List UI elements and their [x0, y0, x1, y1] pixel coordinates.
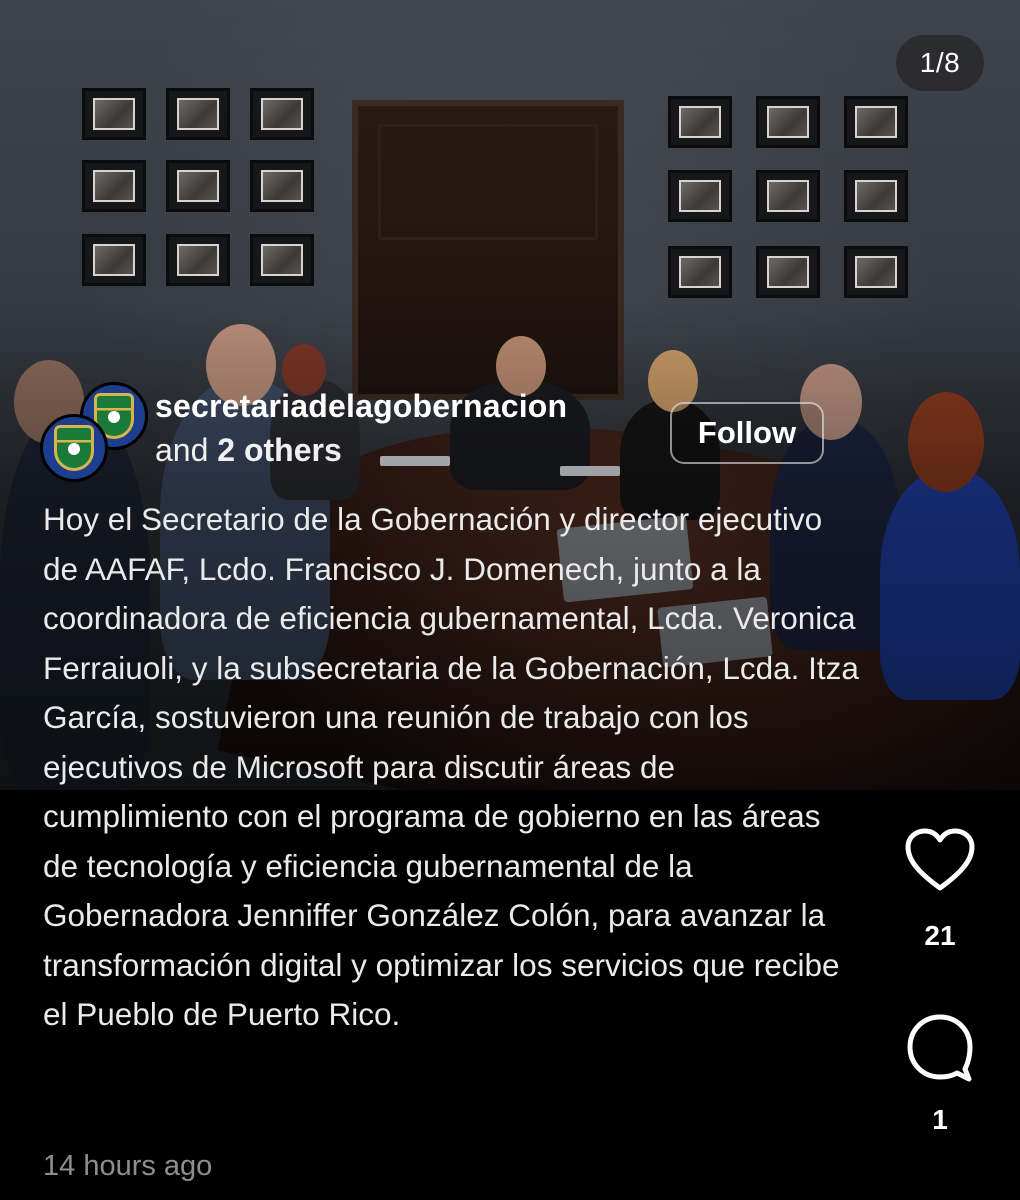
wall-picture	[166, 234, 230, 286]
coauthors-prefix: and	[155, 432, 218, 468]
heart-icon	[905, 828, 975, 891]
coauthors-count: 2 others	[217, 432, 342, 468]
like-count[interactable]: 21	[900, 920, 980, 952]
wall-picture	[166, 88, 230, 140]
follow-button[interactable]: Follow	[670, 402, 824, 464]
wall-picture	[844, 246, 908, 298]
carousel-position-badge: 1/8	[896, 35, 984, 91]
comment-count[interactable]: 1	[900, 1104, 980, 1136]
coauthors-link[interactable]: and 2 others	[155, 432, 342, 469]
comment-bubble-icon	[907, 1014, 973, 1082]
coat-of-arms-icon	[54, 425, 94, 471]
comment-button[interactable]	[902, 1010, 978, 1086]
wall-picture	[668, 170, 732, 222]
wall-picture	[250, 88, 314, 140]
wall-picture	[844, 170, 908, 222]
owner-username[interactable]: secretariadelagobernacion	[155, 388, 567, 425]
like-button[interactable]	[902, 822, 978, 898]
wall-picture	[844, 96, 908, 148]
post-caption[interactable]: Hoy el Secretario de la Gobernación y di…	[43, 495, 863, 1040]
post-timestamp: 14 hours ago	[43, 1150, 213, 1182]
owner-avatar[interactable]	[40, 414, 108, 482]
wall-picture	[756, 246, 820, 298]
wall-picture	[82, 234, 146, 286]
wall-picture	[756, 170, 820, 222]
wall-picture	[250, 160, 314, 212]
wall-picture	[250, 234, 314, 286]
wall-picture	[668, 96, 732, 148]
wall-picture	[756, 96, 820, 148]
wall-picture	[82, 160, 146, 212]
wall-picture	[166, 160, 230, 212]
wall-picture	[668, 246, 732, 298]
wall-picture	[82, 88, 146, 140]
